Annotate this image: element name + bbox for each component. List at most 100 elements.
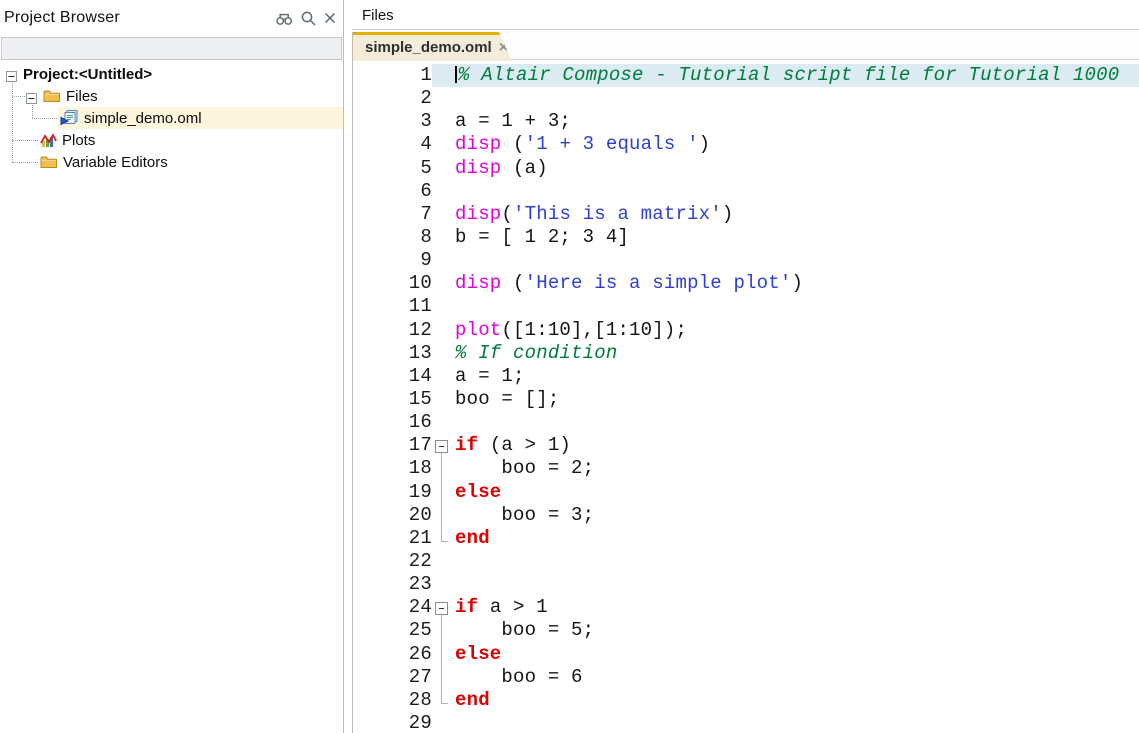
code-line[interactable]: 29	[353, 712, 1139, 733]
code-text: disp ('1 + 3 equals ')	[455, 133, 1139, 156]
panel-splitter[interactable]	[344, 0, 352, 733]
plots-icon	[40, 133, 57, 148]
code-line[interactable]: 6	[353, 180, 1139, 203]
code-segment-def: ([1:10],[1:10]);	[501, 319, 687, 341]
code-line[interactable]: 1% Altair Compose - Tutorial script file…	[353, 64, 1139, 87]
line-number[interactable]: 20	[353, 504, 432, 527]
line-number[interactable]: 2	[353, 87, 432, 110]
line-number[interactable]: 8	[353, 226, 432, 249]
line-number[interactable]: 13	[353, 342, 432, 365]
line-number[interactable]: 3	[353, 110, 432, 133]
project-tree: Project:<Untitled> Files simple_demo.oml Pl…	[0, 63, 343, 173]
code-segment-str: 'This is a matrix'	[513, 203, 722, 225]
line-number[interactable]: 24	[353, 596, 432, 619]
line-number[interactable]: 12	[353, 319, 432, 342]
fold-margin	[432, 619, 455, 642]
code-line[interactable]: 26else	[353, 643, 1139, 666]
line-number[interactable]: 21	[353, 527, 432, 550]
code-text	[455, 411, 1139, 434]
code-line[interactable]: 21 end	[353, 527, 1139, 550]
code-line[interactable]: 20 boo = 3;	[353, 504, 1139, 527]
tree-item-project-untitled[interactable]: Project:<Untitled>	[0, 63, 343, 85]
fold-margin	[432, 295, 455, 318]
fold-collapse-icon[interactable]	[432, 434, 455, 457]
fold-margin	[432, 249, 455, 272]
fold-margin	[432, 365, 455, 388]
tree-item-plots[interactable]: Plots	[0, 129, 343, 151]
line-number[interactable]: 25	[353, 619, 432, 642]
code-line[interactable]: 25 boo = 5;	[353, 619, 1139, 642]
code-line[interactable]: 4 disp ('1 + 3 equals ')	[353, 133, 1139, 156]
code-text: b = [ 1 2; 3 4]	[455, 226, 1139, 249]
code-line[interactable]: 8 b = [ 1 2; 3 4]	[353, 226, 1139, 249]
code-line[interactable]: 24if a > 1	[353, 596, 1139, 619]
line-number[interactable]: 27	[353, 666, 432, 689]
line-number[interactable]: 18	[353, 457, 432, 480]
tree-item-files[interactable]: Files	[0, 85, 343, 107]
line-number[interactable]: 15	[353, 388, 432, 411]
tree-filter-bar[interactable]	[1, 37, 342, 60]
code-line[interactable]: 2	[353, 87, 1139, 110]
search-icon[interactable]	[300, 10, 317, 27]
line-number[interactable]: 5	[353, 157, 432, 180]
code-line[interactable]: 12plot([1:10],[1:10]);	[353, 319, 1139, 342]
line-number[interactable]: 11	[353, 295, 432, 318]
tree-item-label: Plots	[62, 132, 95, 149]
line-number[interactable]: 19	[353, 481, 432, 504]
find-icon[interactable]	[275, 10, 294, 26]
code-line[interactable]: 28end	[353, 689, 1139, 712]
tree-item-simple-demo-oml[interactable]: simple_demo.oml	[0, 107, 343, 129]
code-line[interactable]: 15boo = [];	[353, 388, 1139, 411]
tree-item-variable-editors[interactable]: Variable Editors	[0, 151, 343, 173]
line-number[interactable]: 29	[353, 712, 432, 733]
code-line[interactable]: 23	[353, 573, 1139, 596]
tree-item-label: Files	[66, 88, 98, 105]
fold-collapse-icon[interactable]	[432, 596, 455, 619]
line-number[interactable]: 9	[353, 249, 432, 272]
code-line[interactable]: 13 % If condition	[353, 342, 1139, 365]
code-line[interactable]: 17if (a > 1)	[353, 434, 1139, 457]
expander-minus-icon[interactable]	[26, 91, 37, 102]
tree-selection-highlight: simple_demo.oml	[58, 107, 343, 129]
expander-minus-icon[interactable]	[6, 69, 17, 80]
code-line[interactable]: 11	[353, 295, 1139, 318]
line-number[interactable]: 23	[353, 573, 432, 596]
line-number[interactable]: 4	[353, 133, 432, 156]
code-line[interactable]: 19else	[353, 481, 1139, 504]
code-line[interactable]: 9	[353, 249, 1139, 272]
code-line[interactable]: 5disp (a)	[353, 157, 1139, 180]
code-text: end	[455, 527, 1139, 550]
line-number[interactable]: 14	[353, 365, 432, 388]
line-number[interactable]: 17	[353, 434, 432, 457]
code-segment-com: % If condition	[455, 342, 617, 364]
tree-item-label: simple_demo.oml	[84, 110, 202, 127]
code-line[interactable]: 7disp('This is a matrix')	[353, 203, 1139, 226]
code-line[interactable]: 14a = 1;	[353, 365, 1139, 388]
line-number[interactable]: 10	[353, 272, 432, 295]
line-number[interactable]: 26	[353, 643, 432, 666]
code-line[interactable]: 22	[353, 550, 1139, 573]
code-line[interactable]: 16	[353, 411, 1139, 434]
fold-margin	[432, 87, 455, 110]
code-line[interactable]: 3 a = 1 + 3;	[353, 110, 1139, 133]
line-number[interactable]: 1	[353, 64, 432, 87]
line-number[interactable]: 16	[353, 411, 432, 434]
code-text: a = 1 + 3;	[455, 110, 1139, 133]
code-text: disp ('Here is a simple plot')	[455, 272, 1139, 295]
code-segment-str: '1 + 3 equals '	[525, 133, 699, 155]
line-number[interactable]: 22	[353, 550, 432, 573]
tab-simple-demo[interactable]: simple_demo.oml ×	[352, 32, 512, 61]
code-segment-kw: disp	[455, 272, 501, 294]
code-line[interactable]: 27 boo = 6	[353, 666, 1139, 689]
code-editor[interactable]: 1% Altair Compose - Tutorial script file…	[352, 60, 1139, 733]
code-text	[455, 573, 1139, 596]
code-text	[455, 180, 1139, 203]
code-line[interactable]: 18 boo = 2;	[353, 457, 1139, 480]
code-line[interactable]: 10 disp ('Here is a simple plot')	[353, 272, 1139, 295]
tab-close-icon[interactable]: ×	[499, 40, 508, 56]
line-number[interactable]: 7	[353, 203, 432, 226]
close-icon[interactable]	[323, 11, 337, 25]
line-number[interactable]: 6	[353, 180, 432, 203]
code-text	[455, 249, 1139, 272]
line-number[interactable]: 28	[353, 689, 432, 712]
